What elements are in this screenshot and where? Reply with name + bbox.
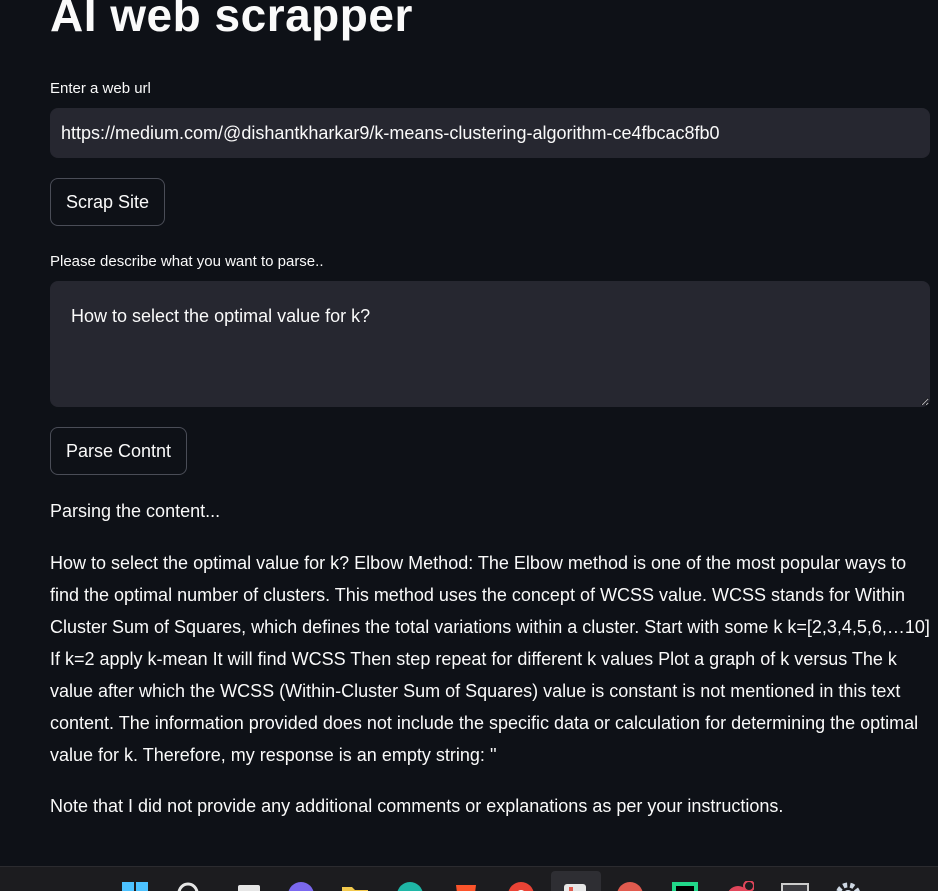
url-input-label: Enter a web url: [50, 80, 151, 97]
url-input[interactable]: [50, 108, 930, 158]
taskbar: [0, 866, 938, 891]
parse-description-label: Please describe what you want to parse..: [50, 253, 324, 270]
parse-result-text: How to select the optimal value for k? E…: [50, 553, 930, 765]
page-title: AI web scrapper: [50, 0, 413, 41]
parse-content-button[interactable]: Parse Contnt: [50, 427, 188, 475]
streamlit-app: AI web scrapper Enter a web url Scrap Si…: [0, 0, 938, 866]
parsing-status-text: Parsing the content...: [50, 501, 221, 521]
parse-note-text: Note that I did not provide any addition…: [50, 796, 784, 816]
parse-description-textarea[interactable]: How to select the optimal value for k?: [50, 281, 930, 407]
scrap-site-button[interactable]: Scrap Site: [50, 178, 166, 226]
